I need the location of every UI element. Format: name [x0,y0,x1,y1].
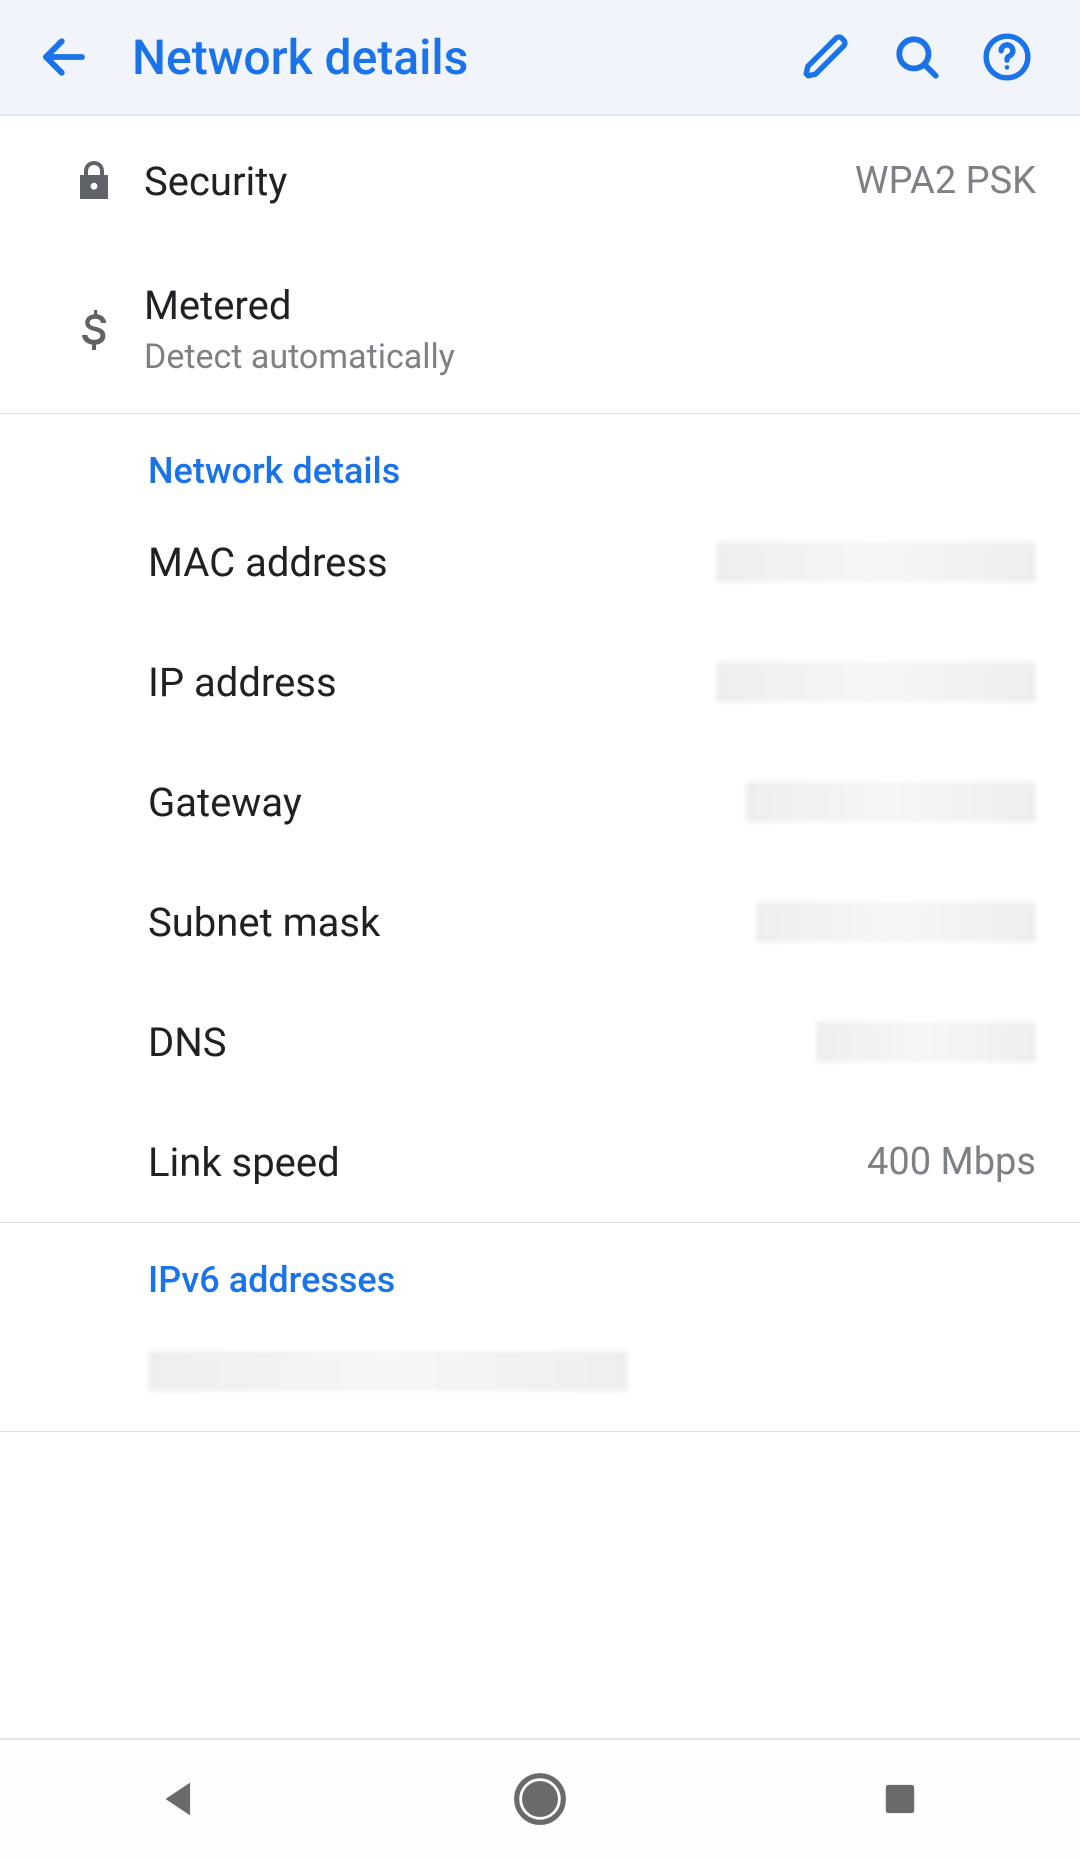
ipv6-address-value-redacted [148,1351,628,1391]
dns-label: DNS [148,1019,816,1066]
lock-icon [44,157,144,205]
page-title: Network details [132,29,782,86]
section-title-network-details: Network details [0,414,1080,502]
app-bar: Network details [0,0,1080,116]
help-button[interactable] [962,32,1052,82]
search-button[interactable] [872,32,962,82]
arrow-back-icon [37,30,91,84]
ip-address-label: IP address [148,659,716,706]
security-row[interactable]: Security WPA2 PSK [0,116,1080,246]
mac-address-value-redacted [716,542,1036,582]
ipv6-address-row[interactable] [0,1311,1080,1431]
subnet-mask-row[interactable]: Subnet mask [0,862,1080,982]
ip-address-value-redacted [716,662,1036,702]
security-label: Security [144,158,855,205]
metered-row[interactable]: Metered Detect automatically [0,246,1080,413]
edit-button[interactable] [782,32,872,82]
gateway-value-redacted [746,782,1036,822]
gateway-label: Gateway [148,779,746,826]
back-button[interactable] [28,30,100,84]
section-title-ipv6: IPv6 addresses [0,1223,1080,1311]
circle-home-icon [512,1771,568,1827]
link-speed-row[interactable]: Link speed 400 Mbps [0,1102,1080,1222]
triangle-back-icon [158,1777,202,1821]
divider [0,1431,1080,1432]
content-area: Security WPA2 PSK Metered Detect automat… [0,116,1080,1738]
nav-recent-button[interactable] [845,1779,955,1819]
subnet-mask-value-redacted [756,902,1036,942]
dns-value-redacted [816,1022,1036,1062]
dollar-icon [44,306,144,354]
link-speed-value: 400 Mbps [867,1140,1036,1184]
link-speed-label: Link speed [148,1139,867,1186]
square-recent-icon [880,1779,920,1819]
system-nav-bar [0,1738,1080,1858]
help-icon [982,32,1032,82]
nav-back-button[interactable] [125,1777,235,1821]
pencil-icon [802,32,852,82]
search-icon [892,32,942,82]
nav-home-button[interactable] [485,1771,595,1827]
mac-address-label: MAC address [148,539,716,586]
subnet-mask-label: Subnet mask [148,899,756,946]
mac-address-row[interactable]: MAC address [0,502,1080,622]
metered-label: Metered [144,282,1036,329]
security-value: WPA2 PSK [855,159,1036,203]
metered-secondary: Detect automatically [144,337,1036,377]
ip-address-row[interactable]: IP address [0,622,1080,742]
gateway-row[interactable]: Gateway [0,742,1080,862]
dns-row[interactable]: DNS [0,982,1080,1102]
